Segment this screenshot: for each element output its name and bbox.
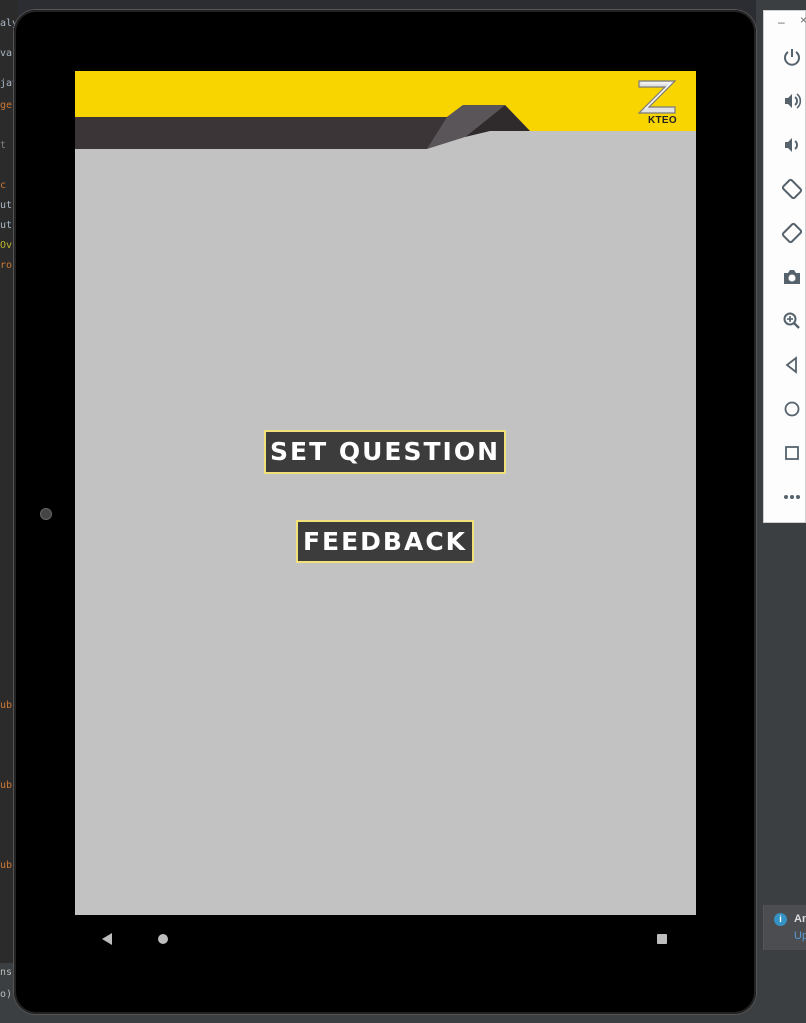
overview-icon[interactable]: [780, 441, 804, 465]
nav-back-icon[interactable]: [101, 932, 113, 951]
power-icon[interactable]: [780, 45, 804, 69]
info-icon: i: [774, 913, 787, 926]
logo-text: KTEO: [648, 115, 677, 126]
notification-title: An: [794, 913, 806, 925]
set-question-button[interactable]: SET QUESTION: [264, 430, 506, 474]
code-fragment: ns: [0, 967, 13, 978]
app-logo: KTEO: [635, 77, 681, 127]
tablet-device-frame: KTEO SET QUESTION FEEDBACK: [14, 10, 756, 1014]
rotate-right-icon[interactable]: [780, 221, 804, 245]
close-icon[interactable]: ×: [800, 13, 806, 27]
volume-down-icon[interactable]: [780, 133, 804, 157]
volume-up-icon[interactable]: [780, 89, 804, 113]
code-fragment: o): [0, 989, 13, 1000]
more-icon[interactable]: [780, 485, 804, 509]
home-icon[interactable]: [780, 397, 804, 421]
app-header: KTEO: [75, 71, 696, 149]
back-icon[interactable]: [780, 353, 804, 377]
android-nav-bar: [75, 915, 696, 955]
rotate-left-icon[interactable]: [780, 177, 804, 201]
nav-overview-icon[interactable]: [657, 934, 667, 944]
nav-home-icon[interactable]: [158, 934, 168, 944]
minimize-icon[interactable]: –: [778, 15, 785, 29]
notification-link[interactable]: Up: [794, 930, 806, 942]
feedback-button[interactable]: FEEDBACK: [296, 520, 474, 563]
front-camera: [40, 508, 52, 520]
ide-notification[interactable]: i An Up: [763, 905, 806, 950]
app-screen: KTEO SET QUESTION FEEDBACK: [75, 71, 696, 915]
toolbar-titlebar: – ×: [764, 11, 806, 37]
camera-icon[interactable]: [780, 265, 804, 289]
emulator-toolbar: – ×: [763, 10, 806, 523]
zoom-icon[interactable]: [780, 309, 804, 333]
